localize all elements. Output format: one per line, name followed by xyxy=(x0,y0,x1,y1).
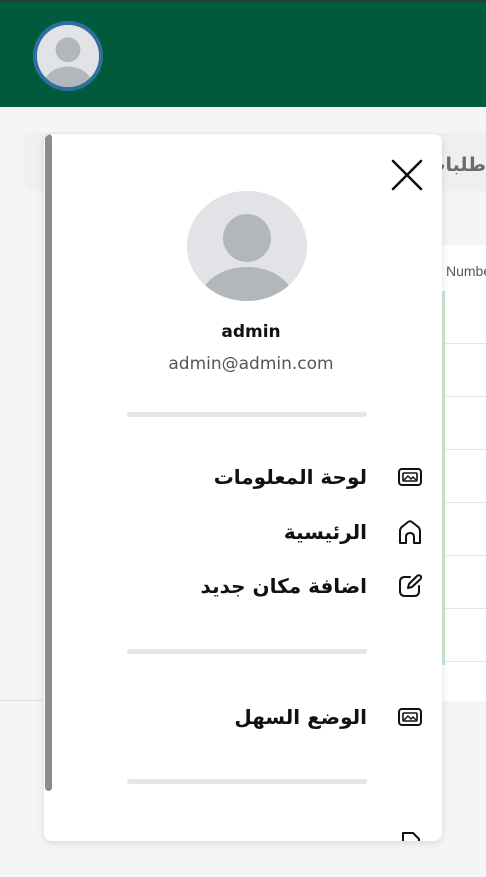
table-row[interactable] xyxy=(445,344,486,397)
menu-item-label: الرئيسية xyxy=(283,520,367,544)
menu-item-label: اضافة مكان جديد xyxy=(200,574,367,598)
menu-item-add-place[interactable]: اضافة مكان جديد xyxy=(144,569,424,603)
table-row[interactable] xyxy=(445,450,486,503)
top-app-bar xyxy=(0,0,486,107)
edit-icon xyxy=(396,572,424,600)
menu-item-partial[interactable] xyxy=(144,826,424,841)
menu-item-label: الوضع السهل xyxy=(234,705,367,729)
menu-divider xyxy=(127,779,367,784)
menu-item-label: لوحة المعلومات xyxy=(213,465,367,489)
drawer-scrollbar[interactable] xyxy=(45,134,52,791)
document-icon xyxy=(396,829,424,841)
menu-divider xyxy=(127,649,367,654)
menu-item-home[interactable]: الرئيسية xyxy=(144,515,424,549)
header-avatar[interactable] xyxy=(33,21,103,91)
navigation-drawer: admin admin@admin.com لوحة المعلومات الر… xyxy=(44,134,442,841)
user-avatar-icon xyxy=(37,25,99,87)
menu-item-easy-mode[interactable]: الوضع السهل xyxy=(144,700,424,734)
table-row[interactable] xyxy=(445,397,486,450)
image-icon xyxy=(396,463,424,491)
table-row[interactable] xyxy=(445,503,486,556)
image-icon xyxy=(396,703,424,731)
profile-name: admin xyxy=(221,322,281,342)
table-row[interactable] xyxy=(445,291,486,344)
menu-item-dashboard[interactable]: لوحة المعلومات xyxy=(144,460,424,494)
table-row[interactable] xyxy=(445,609,486,662)
table-rows xyxy=(440,291,486,665)
table-row[interactable] xyxy=(445,556,486,609)
profile-avatar[interactable] xyxy=(187,191,307,301)
close-icon xyxy=(391,159,423,191)
background-table: Number xyxy=(440,245,486,701)
table-column-header: Number xyxy=(446,263,486,279)
user-avatar-icon xyxy=(187,191,307,301)
close-drawer-button[interactable] xyxy=(390,158,424,192)
menu-divider xyxy=(127,412,367,417)
home-icon xyxy=(396,518,424,546)
profile-email: admin@admin.com xyxy=(168,354,334,374)
